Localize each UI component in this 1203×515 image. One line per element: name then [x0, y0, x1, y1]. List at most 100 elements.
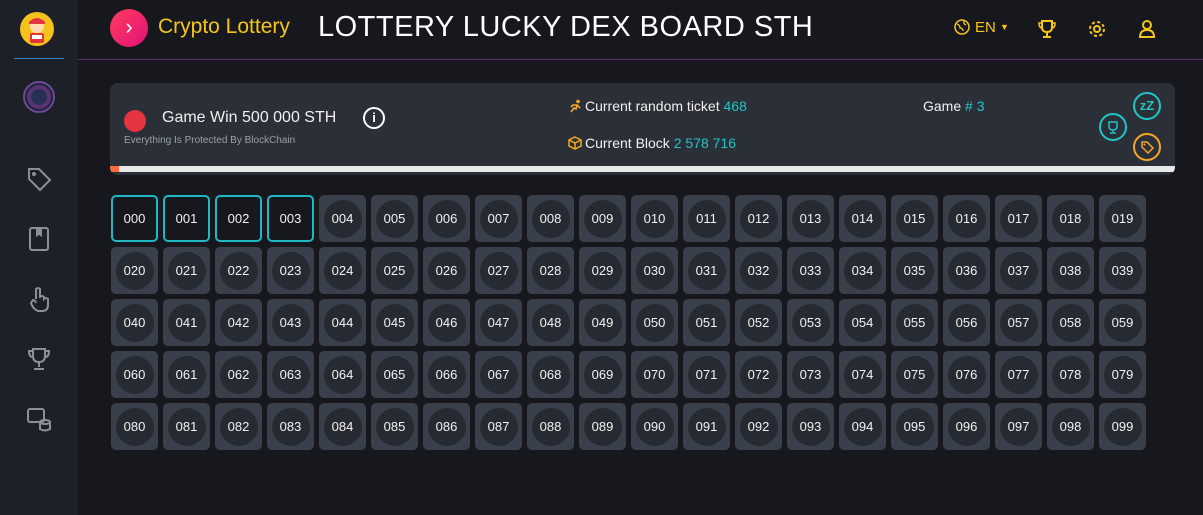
- ticket-button[interactable]: 077: [995, 351, 1042, 398]
- ticket-button[interactable]: 009: [579, 195, 626, 242]
- ticket-button[interactable]: 060: [111, 351, 158, 398]
- ticket-button[interactable]: 067: [475, 351, 522, 398]
- ticket-button[interactable]: 076: [943, 351, 990, 398]
- ticket-button[interactable]: 014: [839, 195, 886, 242]
- ticket-button[interactable]: 074: [839, 351, 886, 398]
- ticket-button[interactable]: 012: [735, 195, 782, 242]
- ticket-button[interactable]: 024: [319, 247, 366, 294]
- ticket-button[interactable]: 080: [111, 403, 158, 450]
- ticket-button[interactable]: 065: [371, 351, 418, 398]
- ticket-button[interactable]: 096: [943, 403, 990, 450]
- ticket-button[interactable]: 061: [163, 351, 210, 398]
- ticket-button[interactable]: 093: [787, 403, 834, 450]
- ticket-button[interactable]: 043: [267, 299, 314, 346]
- ticket-button[interactable]: 070: [631, 351, 678, 398]
- ticket-button[interactable]: 030: [631, 247, 678, 294]
- ticket-button[interactable]: 078: [1047, 351, 1094, 398]
- ticket-button[interactable]: 035: [891, 247, 938, 294]
- ticket-button[interactable]: 054: [839, 299, 886, 346]
- ticket-button[interactable]: 038: [1047, 247, 1094, 294]
- ticket-button[interactable]: 010: [631, 195, 678, 242]
- ticket-button[interactable]: 062: [215, 351, 262, 398]
- trophy-round-button[interactable]: [1099, 113, 1127, 141]
- ticket-button[interactable]: 098: [1047, 403, 1094, 450]
- chevron-right-icon[interactable]: ›: [110, 9, 148, 47]
- ticket-button[interactable]: 071: [683, 351, 730, 398]
- ticket-button[interactable]: 034: [839, 247, 886, 294]
- ticket-button[interactable]: 053: [787, 299, 834, 346]
- ticket-button[interactable]: 082: [215, 403, 262, 450]
- ticket-button[interactable]: 027: [475, 247, 522, 294]
- ticket-button[interactable]: 086: [423, 403, 470, 450]
- ticket-button[interactable]: 084: [319, 403, 366, 450]
- ticket-button[interactable]: 087: [475, 403, 522, 450]
- ticket-button[interactable]: 069: [579, 351, 626, 398]
- ticket-button[interactable]: 017: [995, 195, 1042, 242]
- ticket-button[interactable]: 016: [943, 195, 990, 242]
- ticket-button[interactable]: 066: [423, 351, 470, 398]
- book-icon[interactable]: [25, 225, 53, 253]
- trophy-icon[interactable]: [25, 345, 53, 373]
- ticket-button[interactable]: 075: [891, 351, 938, 398]
- ticket-button[interactable]: 090: [631, 403, 678, 450]
- ticket-button[interactable]: 057: [995, 299, 1042, 346]
- ticket-button[interactable]: 020: [111, 247, 158, 294]
- hand-pointer-icon[interactable]: [25, 285, 53, 313]
- coins-icon[interactable]: [25, 405, 53, 433]
- ticket-button[interactable]: 056: [943, 299, 990, 346]
- ticket-button[interactable]: 002: [215, 195, 262, 242]
- ticket-button[interactable]: 052: [735, 299, 782, 346]
- ticket-button[interactable]: 040: [111, 299, 158, 346]
- ticket-button[interactable]: 004: [319, 195, 366, 242]
- ticket-button[interactable]: 033: [787, 247, 834, 294]
- ticket-button[interactable]: 094: [839, 403, 886, 450]
- brand-name[interactable]: Crypto Lottery: [158, 15, 290, 39]
- ticket-button[interactable]: 015: [891, 195, 938, 242]
- ticket-button[interactable]: 072: [735, 351, 782, 398]
- tag-icon[interactable]: [25, 165, 53, 193]
- ticket-button[interactable]: 047: [475, 299, 522, 346]
- ticket-button[interactable]: 018: [1047, 195, 1094, 242]
- ticket-button[interactable]: 019: [1099, 195, 1146, 242]
- ticket-button[interactable]: 023: [267, 247, 314, 294]
- ticket-button[interactable]: 085: [371, 403, 418, 450]
- ticket-button[interactable]: 006: [423, 195, 470, 242]
- tag-round-button[interactable]: [1133, 133, 1161, 161]
- ticket-button[interactable]: 081: [163, 403, 210, 450]
- ticket-button[interactable]: 000: [111, 195, 158, 242]
- ticket-button[interactable]: 095: [891, 403, 938, 450]
- ticket-button[interactable]: 001: [163, 195, 210, 242]
- coin-logo-icon[interactable]: [23, 81, 55, 113]
- ticket-button[interactable]: 064: [319, 351, 366, 398]
- ticket-button[interactable]: 032: [735, 247, 782, 294]
- ticket-button[interactable]: 088: [527, 403, 574, 450]
- ticket-button[interactable]: 049: [579, 299, 626, 346]
- ticket-button[interactable]: 031: [683, 247, 730, 294]
- ticket-button[interactable]: 029: [579, 247, 626, 294]
- ticket-button[interactable]: 097: [995, 403, 1042, 450]
- ticket-button[interactable]: 099: [1099, 403, 1146, 450]
- ticket-button[interactable]: 021: [163, 247, 210, 294]
- ticket-button[interactable]: 073: [787, 351, 834, 398]
- ticket-button[interactable]: 042: [215, 299, 262, 346]
- user-icon[interactable]: [1136, 18, 1158, 40]
- ticket-button[interactable]: 083: [267, 403, 314, 450]
- ticket-button[interactable]: 089: [579, 403, 626, 450]
- gear-icon[interactable]: [1086, 18, 1108, 40]
- ticket-button[interactable]: 048: [527, 299, 574, 346]
- avatar[interactable]: [20, 12, 54, 46]
- ticket-button[interactable]: 011: [683, 195, 730, 242]
- ticket-button[interactable]: 026: [423, 247, 470, 294]
- ticket-button[interactable]: 003: [267, 195, 314, 242]
- ticket-button[interactable]: 079: [1099, 351, 1146, 398]
- language-selector[interactable]: EN ▼: [954, 19, 1009, 36]
- ticket-button[interactable]: 045: [371, 299, 418, 346]
- ticket-button[interactable]: 008: [527, 195, 574, 242]
- info-icon[interactable]: i: [363, 107, 385, 129]
- ticket-button[interactable]: 025: [371, 247, 418, 294]
- ticket-button[interactable]: 055: [891, 299, 938, 346]
- ticket-button[interactable]: 059: [1099, 299, 1146, 346]
- ticket-button[interactable]: 005: [371, 195, 418, 242]
- ticket-button[interactable]: 028: [527, 247, 574, 294]
- sleep-button[interactable]: zZ: [1133, 92, 1161, 120]
